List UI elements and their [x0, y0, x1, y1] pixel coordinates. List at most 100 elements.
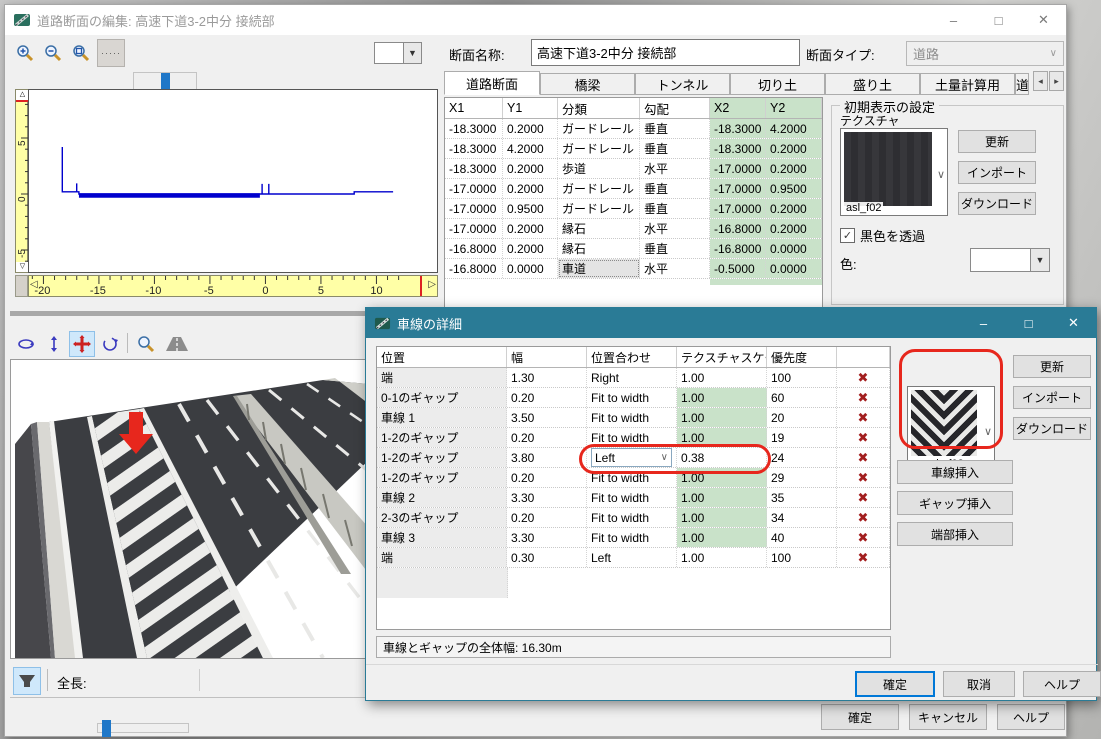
main-footer-button-2[interactable]: キャンセル	[909, 704, 987, 730]
dialog-close-button[interactable]: ✕	[1051, 308, 1096, 338]
table-cell[interactable]: 34	[767, 508, 837, 527]
lane-table-row[interactable]: 端1.30Right1.00100✖	[377, 368, 890, 388]
table-cell[interactable]: -18.3000	[710, 139, 766, 158]
table-cell[interactable]: Fit to width	[587, 428, 677, 447]
table-cell[interactable]: 垂直	[640, 239, 710, 258]
length-slider[interactable]	[97, 723, 189, 733]
table-cell[interactable]: 1-2のギャップ	[377, 428, 507, 447]
maximize-button[interactable]: □	[976, 5, 1021, 35]
table-cell[interactable]: -18.3000	[445, 139, 503, 158]
table-cell[interactable]: ガードレール	[558, 139, 640, 158]
minimize-button[interactable]: –	[931, 5, 976, 35]
pan-button[interactable]	[69, 331, 95, 357]
table-cell[interactable]: 20	[767, 408, 837, 427]
viewer-zoom-button[interactable]	[133, 331, 159, 357]
chevron-down-icon[interactable]: ∨	[937, 168, 945, 181]
table-cell[interactable]: 1.00	[677, 468, 767, 487]
length-slider-handle[interactable]	[102, 720, 111, 737]
section-shape-button[interactable]	[13, 667, 41, 695]
delete-row-button[interactable]: ✖	[841, 370, 885, 386]
table-cell[interactable]: -16.8000	[445, 259, 503, 278]
table-cell[interactable]: 0.2000	[766, 199, 822, 218]
table-cell[interactable]: 40	[767, 528, 837, 547]
column-header[interactable]	[837, 347, 890, 367]
table-cell[interactable]: 3.30	[507, 488, 587, 507]
delete-row-button[interactable]: ✖	[841, 510, 885, 526]
viewer-3d[interactable]	[10, 359, 370, 659]
table-cell[interactable]: 水平	[640, 259, 710, 278]
table-row[interactable]: -17.00000.2000縁石水平-16.80000.2000	[445, 219, 822, 239]
alignment-dropdown[interactable]: Left∨	[591, 448, 672, 467]
table-cell[interactable]: -16.8000	[445, 239, 503, 258]
table-cell[interactable]: 0.2000	[766, 159, 822, 178]
table-cell[interactable]: 0.2000	[766, 139, 822, 158]
zoom-out-button[interactable]	[41, 41, 65, 65]
dialog-maximize-button[interactable]: □	[1006, 308, 1051, 338]
table-cell[interactable]: 3.30	[507, 528, 587, 547]
zoom-fit-button[interactable]	[69, 41, 93, 65]
texture-action-dialog-3[interactable]: ダウンロード	[1013, 417, 1091, 440]
table-cell[interactable]: 垂直	[640, 119, 710, 138]
table-cell[interactable]: 3.80	[507, 448, 587, 467]
table-cell[interactable]: ガードレール	[558, 179, 640, 198]
hruler-right-arrow[interactable]: ▷	[428, 279, 436, 290]
texture-action-dialog-2[interactable]: インポート	[1013, 386, 1091, 409]
main-titlebar[interactable]: 道路断面の編集: 高速下道3-2中分 接続部 – □ ✕	[5, 5, 1066, 35]
table-cell[interactable]: Fit to width	[587, 508, 677, 527]
table-cell[interactable]: 1.00	[677, 408, 767, 427]
table-cell[interactable]: 1-2のギャップ	[377, 448, 507, 467]
column-header[interactable]: Y1	[503, 98, 558, 118]
delete-row-button[interactable]: ✖	[841, 410, 885, 426]
section-type-dropdown[interactable]: 道路 ∨	[906, 41, 1064, 66]
table-cell[interactable]: 端	[377, 368, 507, 387]
tab-6[interactable]: 土量計算用	[920, 73, 1015, 95]
table-cell[interactable]: 0.20	[507, 508, 587, 527]
dialog-footer-button-1[interactable]: 確定	[855, 671, 935, 697]
delete-row-button[interactable]: ✖	[841, 490, 885, 506]
insert-button-1[interactable]: 車線挿入	[897, 460, 1013, 484]
table-cell[interactable]: 縁石	[558, 219, 640, 238]
zoom-in-button[interactable]	[13, 41, 37, 65]
table-cell[interactable]: -18.3000	[710, 119, 766, 138]
section-name-input[interactable]: 高速下道3-2中分 接続部	[531, 39, 800, 66]
table-cell[interactable]: Fit to width	[587, 388, 677, 407]
table-cell[interactable]: 端	[377, 548, 507, 567]
table-cell[interactable]: ガードレール	[558, 119, 640, 138]
table-cell[interactable]: 1.00	[677, 428, 767, 447]
table-cell[interactable]: 35	[767, 488, 837, 507]
table-cell[interactable]: 60	[767, 388, 837, 407]
tab-1[interactable]: 道路断面	[444, 71, 540, 95]
table-cell[interactable]: -17.0000	[710, 179, 766, 198]
lane-table-row[interactable]: 車線 33.30Fit to width1.0040✖	[377, 528, 890, 548]
texture-action-main-2[interactable]: インポート	[958, 161, 1036, 184]
table-cell[interactable]: Fit to width	[587, 488, 677, 507]
hruler-left-arrow[interactable]: ◁	[30, 279, 38, 290]
table-cell[interactable]: 0.0000	[503, 259, 558, 278]
column-header[interactable]: 分類	[558, 98, 640, 118]
delete-row-button[interactable]: ✖	[841, 550, 885, 566]
view-scale-slider[interactable]	[133, 72, 197, 90]
column-header[interactable]: 位置合わせ	[587, 347, 677, 367]
table-cell[interactable]: 車線 1	[377, 408, 507, 427]
table-cell[interactable]: 100	[767, 548, 837, 567]
close-button[interactable]: ✕	[1021, 5, 1066, 35]
table-cell[interactable]: 1.00	[677, 528, 767, 547]
table-cell[interactable]: 4.2000	[503, 139, 558, 158]
table-cell[interactable]: 1.00	[677, 508, 767, 527]
table-cell[interactable]: 0.0000	[766, 239, 822, 258]
table-row[interactable]: -17.00000.9500ガードレール垂直-17.00000.2000	[445, 199, 822, 219]
table-row[interactable]: -17.00000.2000ガードレール垂直-17.00000.9500	[445, 179, 822, 199]
table-cell[interactable]: 車道	[558, 259, 640, 278]
delete-row-button[interactable]: ✖	[841, 430, 885, 446]
table-cell[interactable]: 垂直	[640, 139, 710, 158]
dialog-footer-button-2[interactable]: 取消	[943, 671, 1015, 697]
table-cell[interactable]: 29	[767, 468, 837, 487]
dialog-footer-button-3[interactable]: ヘルプ	[1023, 671, 1101, 697]
texture-action-main-1[interactable]: 更新	[958, 130, 1036, 153]
table-cell[interactable]: 0.30	[507, 548, 587, 567]
color-dropdown[interactable]: ▼	[970, 248, 1050, 272]
dialog-titlebar[interactable]: 車線の詳細 – □ ✕	[366, 308, 1096, 338]
table-cell[interactable]: -17.0000	[445, 179, 503, 198]
table-row[interactable]: -16.80000.0000車道水平-0.50000.0000	[445, 259, 822, 279]
table-cell[interactable]: -0.5000	[710, 259, 766, 278]
